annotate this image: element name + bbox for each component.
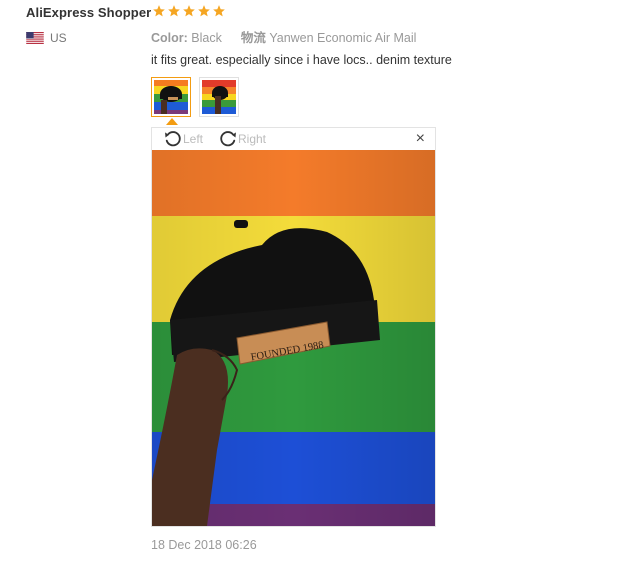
rotate-left-button[interactable]: Left [163,129,203,149]
review-date: 18 Dec 2018 06:26 [151,538,257,552]
photo-thumbnail-image [202,80,236,114]
color-label: Color: [151,31,188,45]
country-code: US [50,31,67,45]
star-icon [153,5,165,17]
shipping-value: Yanwen Economic Air Mail [269,31,417,45]
star-icon [213,5,225,17]
review-photo: FOUNDED 1988 [152,150,435,526]
photo-thumbnail[interactable] [199,77,239,117]
photo-viewer: Left Right × FOUNDED 1988 [151,127,436,527]
reviewer-name: AliExpress Shopper [26,5,152,20]
active-thumbnail-caret [166,118,178,125]
star-icon [198,5,210,17]
rating-stars [152,4,226,18]
rotate-right-label: Right [238,132,267,146]
rotate-left-icon [165,131,181,147]
rotate-left-label: Left [183,132,204,146]
rotate-right-button[interactable]: Right [218,129,266,149]
photo-viewer-toolbar: Left Right × [152,128,435,150]
star-icon [168,5,180,17]
us-flag-icon [26,32,44,44]
photo-thumbnail-image [154,80,188,114]
shipping-label: 物流 [240,31,266,45]
review-photo-thumbnails [151,77,239,117]
purchase-attributes: Color: Black 物流 Yanwen Economic Air Mail [151,27,416,46]
close-icon[interactable]: × [416,131,425,147]
reviewer-country: US [26,31,67,45]
review-text: it fits great. especially since i have l… [151,53,452,67]
rotate-right-icon [220,131,236,147]
star-icon [183,5,195,17]
review-photo-image: FOUNDED 1988 [152,150,435,526]
color-value: Black [191,31,222,45]
photo-thumbnail[interactable] [151,77,191,117]
